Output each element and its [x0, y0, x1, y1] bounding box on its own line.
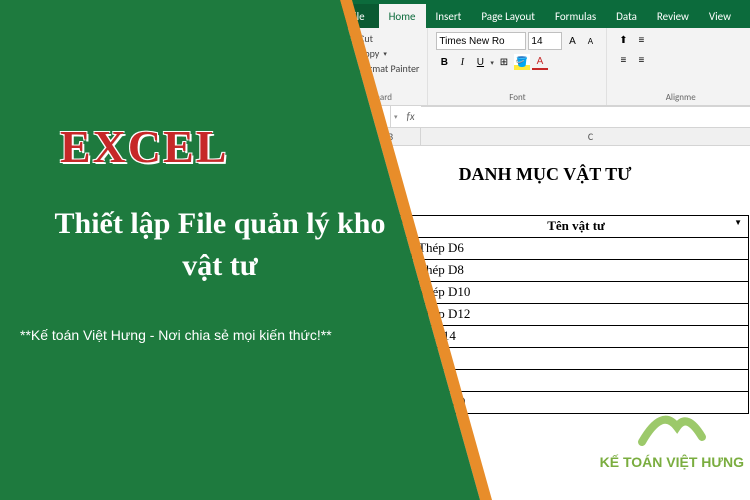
bold-button[interactable]: B	[436, 54, 452, 70]
logo-icon	[632, 402, 712, 452]
ribbon: Cut Copy ▾ Format Painter board	[335, 28, 750, 106]
sheet-headers: B C	[335, 128, 750, 146]
align-top-button[interactable]: ⬆	[615, 32, 631, 48]
col-header-c[interactable]: C	[421, 128, 750, 146]
border-button[interactable]: ⊞	[496, 54, 512, 70]
watermark: KẾ TOÁN VIỆT HƯNG	[600, 402, 744, 470]
increase-font-button[interactable]: A	[564, 33, 580, 49]
formula-bar: ▾ fx	[335, 106, 750, 128]
alignment-group-label: Alignme	[615, 92, 746, 103]
tab-insert[interactable]: Insert	[426, 4, 472, 28]
fill-color-button[interactable]: 🪣	[514, 54, 530, 70]
alignment-group: ⬆ ≡ ≡ ≡ Alignme	[607, 28, 750, 105]
tab-review[interactable]: Review	[647, 4, 699, 28]
filter-arrow-icon[interactable]: ▼	[734, 218, 742, 227]
decrease-font-button[interactable]: A	[582, 33, 598, 49]
align-middle-button[interactable]: ≡	[633, 32, 649, 48]
chevron-down-icon[interactable]: ▾	[391, 112, 401, 121]
font-name-select[interactable]	[436, 32, 526, 50]
fx-icon[interactable]: fx	[401, 110, 421, 123]
chevron-down-icon: ▾	[383, 49, 387, 58]
font-size-select[interactable]	[528, 32, 562, 50]
italic-button[interactable]: I	[454, 54, 470, 70]
tab-data[interactable]: Data	[606, 4, 647, 28]
font-color-button[interactable]: A	[532, 54, 548, 70]
tab-view[interactable]: View	[699, 4, 741, 28]
align-center-button[interactable]: ≡	[633, 52, 649, 68]
tab-home[interactable]: Home	[379, 4, 426, 28]
font-group-label: Font	[436, 92, 598, 103]
chevron-down-icon: ▾	[490, 58, 494, 67]
tab-page-layout[interactable]: Page Layout	[471, 4, 545, 28]
promo-subtitle: Thiết lập File quản lý kho vật tư	[40, 203, 400, 287]
tab-formulas[interactable]: Formulas	[545, 4, 606, 28]
underline-button[interactable]: U	[472, 54, 488, 70]
align-left-button[interactable]: ≡	[615, 52, 631, 68]
ribbon-tabs: File Home Insert Page Layout Formulas Da…	[335, 4, 750, 28]
font-group: A A B I U ▾ ⊞ 🪣 A Font	[428, 28, 607, 105]
formula-input[interactable]	[421, 106, 750, 127]
table-header-2[interactable]: Tên vật tư▼	[412, 215, 749, 237]
